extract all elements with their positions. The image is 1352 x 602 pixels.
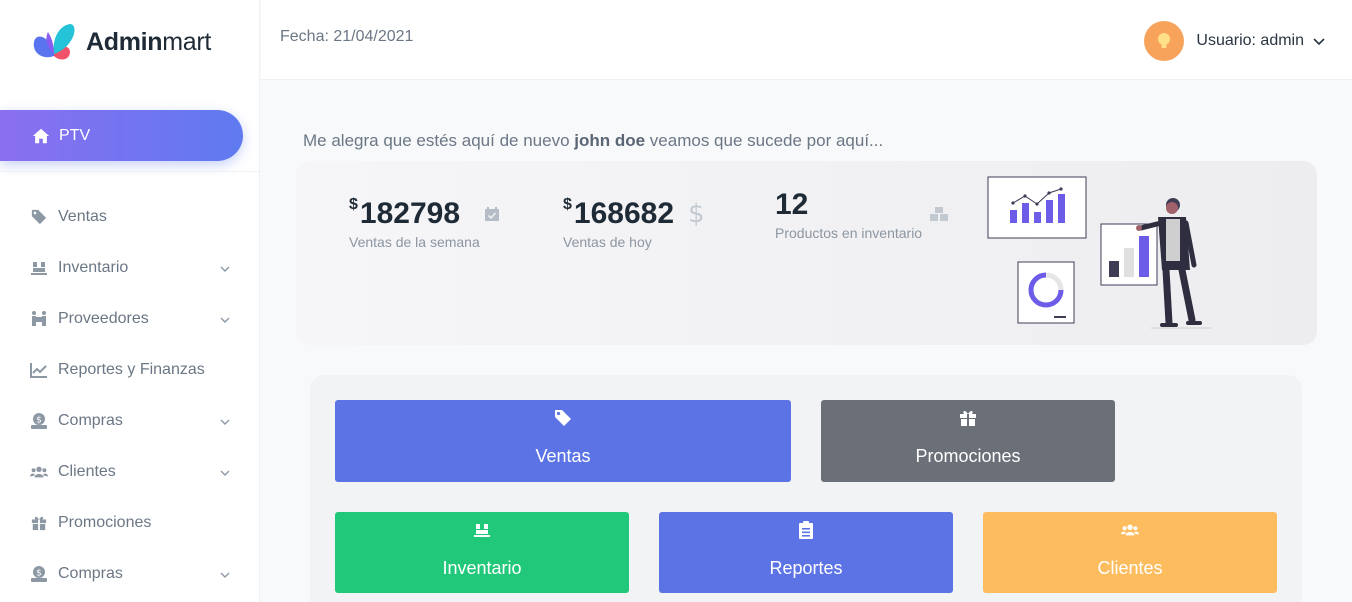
pallet-icon	[30, 259, 48, 277]
sidebar-item-label: Compras	[58, 412, 123, 429]
avatar[interactable]	[1144, 21, 1185, 61]
tile-ventas[interactable]: Ventas	[335, 400, 791, 482]
tag-icon	[555, 410, 571, 426]
svg-text:$: $	[36, 416, 42, 426]
sidebar-item-compras[interactable]: $ Compras	[30, 409, 235, 433]
sidebar-item-label: Compras	[58, 565, 123, 582]
gift-icon	[30, 514, 48, 532]
sidebar-item-inventario[interactable]: Inventario	[30, 256, 235, 280]
pallet-icon	[474, 524, 490, 537]
stat-value: $168682	[563, 196, 675, 230]
sidebar-item-label: PTV	[59, 126, 91, 144]
boxes-icon	[930, 207, 948, 221]
butterfly-logo-icon	[33, 24, 75, 60]
svg-text:$: $	[36, 569, 42, 579]
sidebar-item-proveedores[interactable]: Proveedores	[30, 307, 235, 331]
users-icon	[30, 463, 48, 481]
stat-value: 12	[775, 188, 809, 221]
tag-icon	[30, 208, 48, 226]
stat-value: $182798	[349, 196, 461, 230]
sidebar-item-compras-2[interactable]: $ Compras	[30, 562, 235, 586]
stats-card: $182798 Ventas de la semana $168682 Vent…	[296, 161, 1317, 345]
tile-inventario[interactable]: Inventario	[335, 512, 629, 593]
chevron-down-icon	[220, 470, 230, 476]
tile-label: Promociones	[915, 446, 1021, 466]
tile-clientes[interactable]: Clientes	[983, 512, 1277, 593]
sidebar-item-label: Promociones	[58, 514, 152, 531]
stat-label: Productos en inventario	[775, 225, 923, 241]
tile-reportes[interactable]: Reportes	[659, 512, 953, 593]
stat-today-sales: $168682 Ventas de hoy	[563, 188, 674, 250]
line-chart-icon	[30, 361, 48, 379]
money-bag-icon: $	[30, 412, 48, 430]
tile-label: Inventario	[442, 558, 522, 578]
tile-promociones[interactable]: Promociones	[821, 400, 1115, 482]
analytics-illustration	[987, 176, 1211, 329]
users-icon	[1121, 524, 1139, 536]
chevron-down-icon[interactable]	[1312, 34, 1326, 48]
dollar-icon: $	[688, 199, 705, 229]
current-date: Fecha: 21/04/2021	[280, 28, 414, 45]
sidebar-item-ventas[interactable]: Ventas	[30, 205, 235, 229]
top-bar: Fecha: 21/04/2021 Usuario: admin	[261, 0, 1352, 80]
sidebar-item-label: Inventario	[58, 259, 129, 276]
brand-logo[interactable]: Adminmart	[30, 20, 211, 64]
stat-inventory-products: 12 Productos en inventario	[775, 188, 922, 241]
clipboard-list-icon	[799, 521, 813, 539]
calendar-check-icon	[485, 207, 499, 221]
tile-label: Ventas	[535, 446, 591, 466]
welcome-message: Me alegra que estés aquí de nuevo john d…	[303, 131, 884, 150]
sidebar-item-label: Ventas	[58, 208, 107, 225]
brand-name: Adminmart	[86, 27, 212, 56]
user-menu[interactable]: Usuario: admin	[1144, 21, 1326, 61]
sidebar-item-clientes[interactable]: Clientes	[30, 460, 235, 484]
chevron-down-icon	[220, 419, 230, 425]
lightbulb-icon	[1158, 33, 1171, 48]
gift-icon	[960, 410, 976, 426]
people-carry-icon	[30, 310, 48, 328]
sidebar-item-label: Reportes y Finanzas	[58, 361, 205, 378]
sidebar-divider	[0, 171, 260, 172]
chevron-down-icon	[220, 266, 230, 272]
money-bag-icon: $	[30, 565, 48, 583]
stat-weekly-sales: $182798 Ventas de la semana	[349, 188, 480, 250]
sidebar-item-ptv[interactable]: PTV	[0, 110, 243, 161]
sidebar-item-promociones[interactable]: Promociones	[30, 511, 235, 535]
user-label: Usuario: admin	[1196, 32, 1304, 49]
sidebar-item-label: Clientes	[58, 463, 116, 480]
chevron-down-icon	[220, 317, 230, 323]
user-name: john doe	[574, 131, 646, 150]
tile-label: Clientes	[1097, 558, 1163, 578]
tile-label: Reportes	[769, 558, 843, 578]
sidebar-item-reportes[interactable]: Reportes y Finanzas	[30, 358, 235, 382]
stat-label: Ventas de la semana	[349, 234, 480, 250]
sidebar-item-label: Proveedores	[58, 310, 149, 327]
chevron-down-icon	[220, 572, 230, 578]
sidebar: Adminmart PTV Ventas Inventario Proveedo…	[0, 0, 260, 602]
stat-label: Ventas de hoy	[563, 234, 652, 250]
home-icon	[32, 128, 50, 143]
